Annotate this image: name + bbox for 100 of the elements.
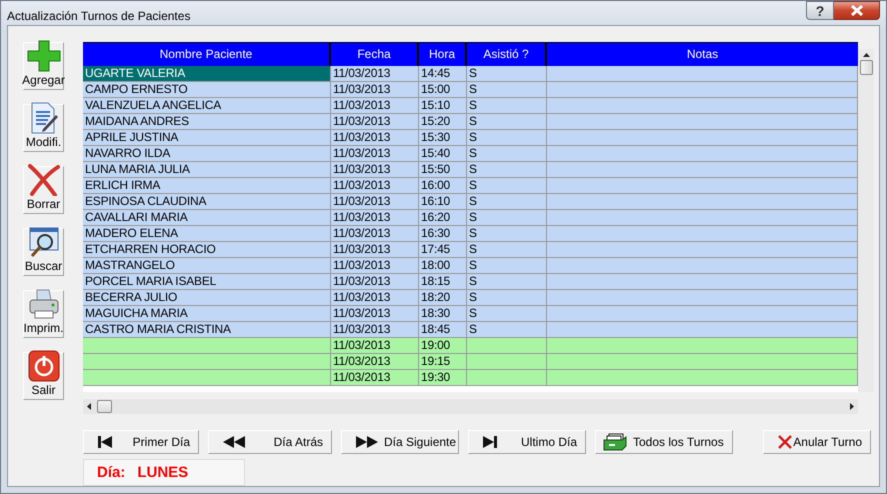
table-cell: 11/03/2013 <box>331 322 419 338</box>
table-cell: 11/03/2013 <box>331 194 419 210</box>
table-cell: MADERO ELENA <box>83 226 331 242</box>
toolbar-button[interactable]: Agregar <box>23 42 64 90</box>
table-cell: ETCHARREN HORACIO <box>83 242 331 258</box>
toolbar-button[interactable]: Borrar <box>23 166 64 214</box>
table-cell: 11/03/2013 <box>331 66 419 82</box>
table-cell: NAVARRO ILDA <box>83 146 331 162</box>
close-icon <box>850 5 864 16</box>
column-header[interactable]: Notas <box>547 43 858 66</box>
table-cell: CASTRO MARIA CRISTINA <box>83 322 331 338</box>
table-cell: 18:20 <box>419 290 467 306</box>
toolbar-button[interactable]: Salir <box>23 352 64 400</box>
table-cell: S <box>467 82 547 98</box>
table-cell: S <box>467 162 547 178</box>
vertical-scrollbar[interactable] <box>858 49 874 392</box>
table-cell: VALENZUELA ANGELICA <box>83 98 331 114</box>
table-cell: ESPINOSA CLAUDINA <box>83 194 331 210</box>
table-cell: 16:30 <box>419 226 467 242</box>
table-cell: 11/03/2013 <box>331 146 419 162</box>
table-cell: 11/03/2013 <box>331 290 419 306</box>
table-cell: 18:15 <box>419 274 467 290</box>
printer-icon <box>28 288 60 320</box>
left-arrow-icon[interactable] <box>87 403 91 410</box>
table-cell: 11/03/2013 <box>331 98 419 114</box>
toolbar-button[interactable]: Imprim. <box>23 290 64 338</box>
help-button[interactable]: ? <box>806 1 834 20</box>
table-cell: CAMPO ERNESTO <box>83 82 331 98</box>
table-cell: 17:45 <box>419 242 467 258</box>
nav-button[interactable]: Ultimo Día <box>468 430 586 454</box>
fast-forward-icon <box>356 436 378 448</box>
up-arrow-icon[interactable] <box>862 53 870 57</box>
document-pencil-icon <box>28 102 58 134</box>
table-cell: S <box>467 306 547 322</box>
table-cell: S <box>467 66 547 82</box>
table-cell: S <box>467 146 547 162</box>
table-cell: 11/03/2013 <box>331 210 419 226</box>
table-cell: 11/03/2013 <box>331 354 419 370</box>
table-cell: BECERRA JULIO <box>83 290 331 306</box>
table-cell: PORCEL MARIA ISABEL <box>83 274 331 290</box>
cross-icon <box>26 164 60 196</box>
nav-button[interactable]: Anular Turno <box>763 430 871 454</box>
plus-icon <box>26 40 60 72</box>
scroll-thumb[interactable] <box>860 60 872 75</box>
table-cell: CAVALLARI MARIA <box>83 210 331 226</box>
table-cell: 11/03/2013 <box>331 226 419 242</box>
table-cell: S <box>467 98 547 114</box>
table-cell: 16:20 <box>419 210 467 226</box>
table-cell: ERLICH IRMA <box>83 178 331 194</box>
table-cell: 15:10 <box>419 98 467 114</box>
window-title: Actualización Turnos de Pacientes <box>7 9 190 23</box>
table-cell: 15:00 <box>419 82 467 98</box>
table-cell: 19:00 <box>419 338 467 354</box>
table-cell: 18:30 <box>419 306 467 322</box>
table-cell: 11/03/2013 <box>331 274 419 290</box>
table-cell: S <box>467 130 547 146</box>
table-cell: 11/03/2013 <box>331 114 419 130</box>
table-cell: S <box>467 210 547 226</box>
toolbar-button[interactable]: Buscar <box>23 228 64 276</box>
power-icon <box>28 350 60 382</box>
table-cell: MAGUICHA MARIA <box>83 306 331 322</box>
table-cell: 16:00 <box>419 178 467 194</box>
nav-button[interactable]: Día Atrás <box>208 430 332 454</box>
cross-icon <box>778 435 792 449</box>
horizontal-scrollbar[interactable] <box>83 399 858 414</box>
table-cell: S <box>467 226 547 242</box>
table-cell: 11/03/2013 <box>331 178 419 194</box>
scroll-thumb[interactable] <box>97 400 112 413</box>
card-file-icon <box>603 433 627 451</box>
close-button[interactable] <box>834 1 880 20</box>
table-cell: 14:45 <box>419 66 467 82</box>
table-cell: 11/03/2013 <box>331 306 419 322</box>
table-cell: MASTRANGELO <box>83 258 331 274</box>
table-cell: 15:20 <box>419 114 467 130</box>
day-value: LUNES <box>137 464 188 481</box>
table-cell: 16:10 <box>419 194 467 210</box>
skip-forward-icon <box>483 436 497 448</box>
table-cell: MAIDANA ANDRES <box>83 114 331 130</box>
table-cell: 11/03/2013 <box>331 130 419 146</box>
nav-button[interactable]: Primer Día <box>83 430 199 454</box>
table-cell: 11/03/2013 <box>331 258 419 274</box>
table-cell: 11/03/2013 <box>331 370 419 386</box>
table-cell: 15:40 <box>419 146 467 162</box>
table-cell: 11/03/2013 <box>331 338 419 354</box>
table-cell: APRILE JUSTINA <box>83 130 331 146</box>
table-cell: 15:30 <box>419 130 467 146</box>
table-cell: 18:00 <box>419 258 467 274</box>
toolbar-button[interactable]: Modifi. <box>23 104 64 152</box>
table-cell: 19:30 <box>419 370 467 386</box>
table-cell: UGARTE VALERIA <box>83 66 331 82</box>
table-cell: S <box>467 258 547 274</box>
skip-back-icon <box>98 436 112 448</box>
nav-button[interactable]: Todos los Turnos <box>595 430 733 454</box>
magnifier-window-icon <box>28 226 60 258</box>
table-cell: 18:45 <box>419 322 467 338</box>
day-label: Día: <box>97 464 126 481</box>
table-cell: 11/03/2013 <box>331 162 419 178</box>
right-arrow-icon[interactable] <box>850 403 854 410</box>
table-cell: 11/03/2013 <box>331 82 419 98</box>
nav-button[interactable]: Día Siguiente <box>341 430 459 454</box>
